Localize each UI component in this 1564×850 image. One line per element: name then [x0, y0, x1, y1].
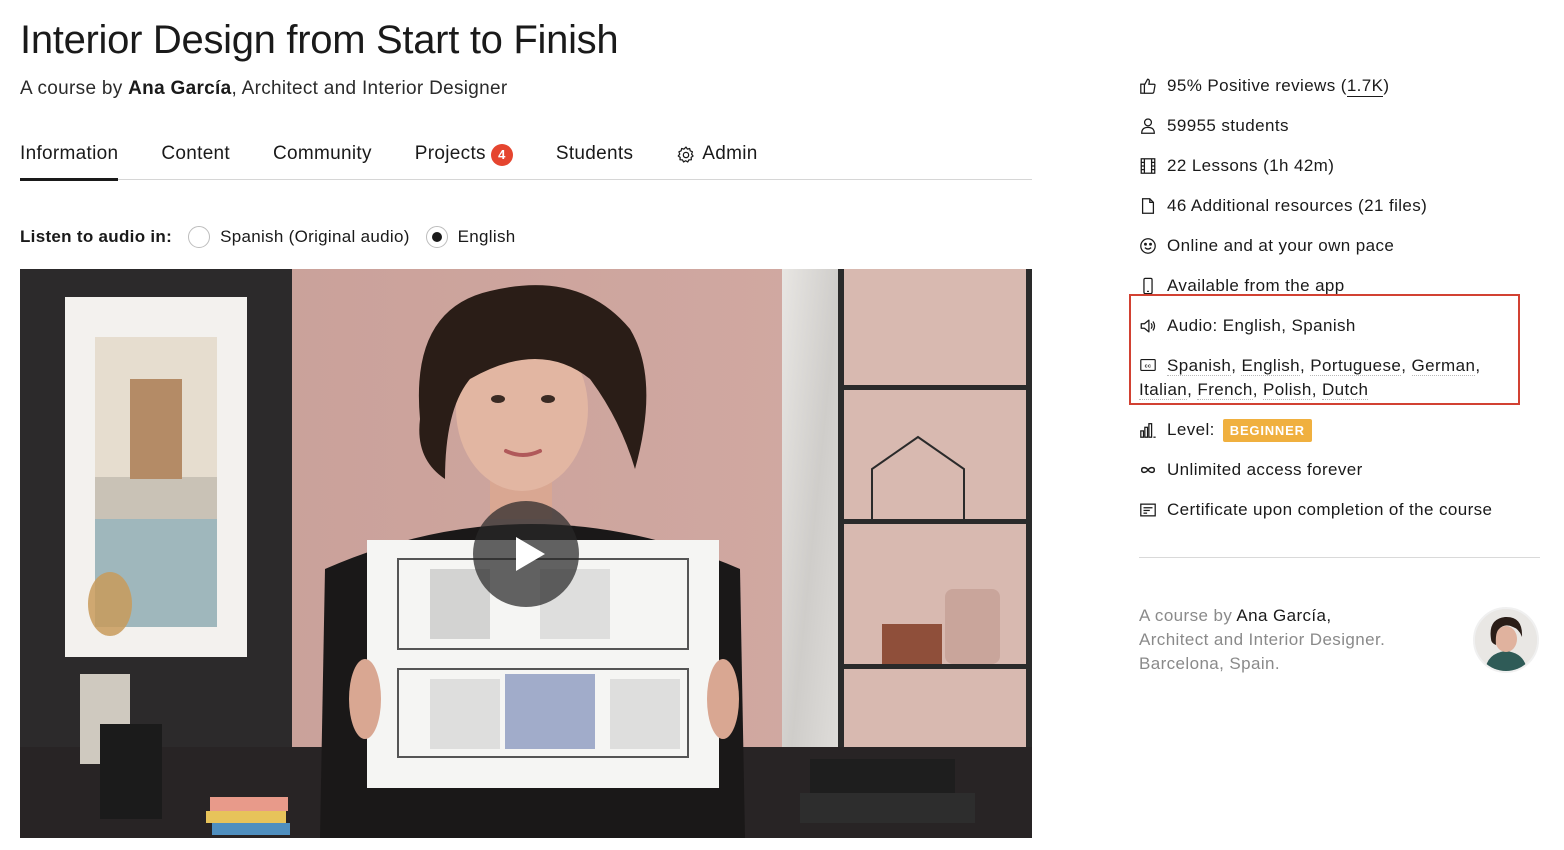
author-card-name[interactable]: Ana García, — [1236, 606, 1331, 625]
radio-spanish[interactable] — [188, 226, 211, 248]
author-link[interactable]: Ana García — [128, 78, 231, 99]
pace-item: Online and at your own pace — [1139, 226, 1539, 266]
speaker-icon — [1140, 319, 1156, 333]
radio-english-label[interactable]: English — [458, 227, 516, 247]
play-button[interactable] — [473, 501, 579, 607]
level-badge: BEGINNER — [1222, 418, 1312, 442]
audio-label: Listen to audio in: — [20, 227, 173, 246]
app-item: Available from the app — [1139, 266, 1539, 306]
document-icon — [1141, 198, 1155, 214]
subtitle-language[interactable]: Polish — [1262, 380, 1312, 400]
closed-captions-icon: cc — [1140, 359, 1156, 371]
video-player[interactable] — [20, 269, 1032, 838]
subtitle-language[interactable]: Portuguese — [1310, 356, 1402, 376]
audio-language-selector: Listen to audio in: Spanish (Original au… — [20, 225, 532, 249]
subtitle-language[interactable]: Spanish — [1167, 356, 1232, 376]
film-icon — [1140, 158, 1156, 174]
tab-information[interactable]: Information — [20, 140, 119, 181]
access-item: Unlimited access forever — [1139, 450, 1539, 490]
lessons-item: 22 Lessons (1h 42m) — [1139, 146, 1539, 186]
gear-icon — [677, 146, 694, 163]
sidebar-divider — [1139, 557, 1540, 558]
tab-projects[interactable]: Projects 4 — [415, 140, 513, 180]
subtitle-language[interactable]: French — [1197, 380, 1253, 400]
reviews-item: 95% Positive reviews (1.7K) — [1139, 66, 1539, 106]
tab-community[interactable]: Community — [273, 140, 372, 180]
certificate-icon — [1140, 503, 1156, 517]
infinity-icon — [1140, 466, 1156, 474]
projects-count-badge: 4 — [490, 144, 513, 166]
radio-english[interactable] — [425, 226, 448, 248]
thumbs-up-icon — [1140, 78, 1156, 94]
course-tabs: Information Content Community Projects 4 … — [20, 140, 1032, 181]
level-item: Level: BEGINNER — [1139, 410, 1539, 450]
user-icon — [1141, 118, 1155, 134]
resources-item: 46 Additional resources (21 files) — [1139, 186, 1539, 226]
certificate-item: Certificate upon completion of the cours… — [1139, 490, 1539, 530]
mobile-phone-icon — [1143, 277, 1153, 295]
subtitle-language[interactable]: German — [1411, 356, 1476, 376]
svg-text:cc: cc — [1145, 364, 1152, 370]
subtitle-language[interactable]: Dutch — [1321, 380, 1369, 400]
radio-spanish-label[interactable]: Spanish (Original audio) — [220, 227, 410, 247]
author-card: A course by Ana García, Architect and In… — [1139, 606, 1386, 673]
bar-chart-icon — [1140, 423, 1156, 438]
tab-students[interactable]: Students — [556, 140, 633, 180]
students-item: 59955 students — [1139, 106, 1539, 146]
avatar[interactable] — [1473, 607, 1539, 673]
course-title: Interior Design from Start to Finish — [20, 18, 619, 62]
course-subtitle: A course by Ana García, Architect and In… — [20, 78, 508, 99]
reviews-count-link[interactable]: 1.7K — [1346, 76, 1384, 97]
subtitles-item: cc Spanish, English, Portuguese, German,… — [1139, 356, 1481, 400]
course-details: 95% Positive reviews (1.7K) 59955 studen… — [1139, 66, 1539, 530]
play-icon — [516, 537, 545, 571]
smiley-icon — [1140, 238, 1156, 254]
subtitle-language[interactable]: English — [1241, 356, 1301, 376]
subtitle-language[interactable]: Italian — [1139, 380, 1188, 400]
tab-admin[interactable]: Admin — [676, 140, 757, 180]
audio-languages-item: Audio: English, Spanish — [1139, 306, 1539, 346]
tab-content[interactable]: Content — [161, 140, 230, 180]
author-avatar-image — [1475, 609, 1537, 671]
